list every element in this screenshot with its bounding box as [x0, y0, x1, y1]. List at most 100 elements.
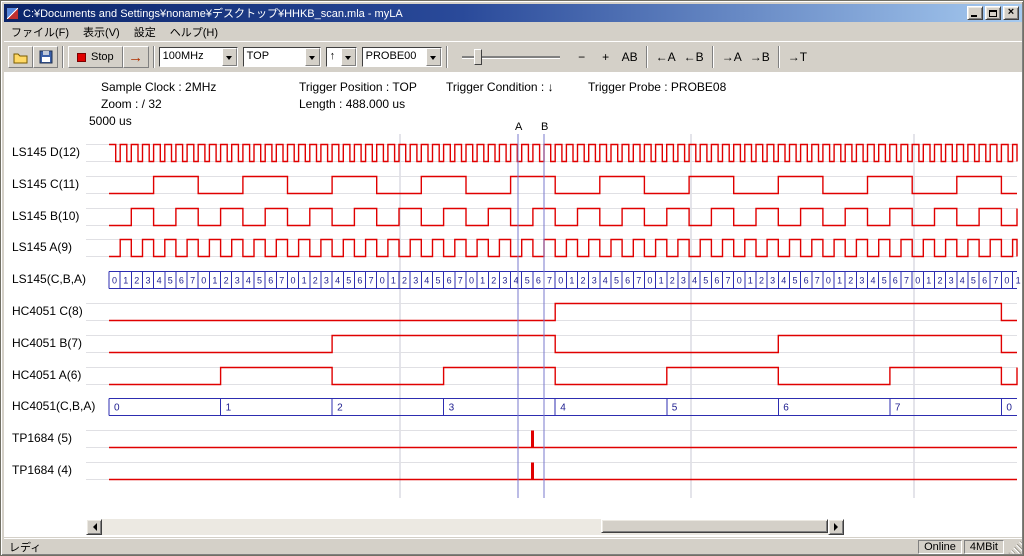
status-bar: レディ Online 4MBit: [4, 538, 1022, 554]
svg-text:3: 3: [770, 276, 775, 286]
chevron-down-icon[interactable]: [305, 48, 320, 66]
svg-text:2: 2: [848, 276, 853, 286]
svg-text:0: 0: [737, 276, 742, 286]
toolbar: Stop → 100MHz TOP ↑ PROBE00 −+AB ←A←B →A→B →T: [4, 41, 1022, 72]
svg-text:0: 0: [1004, 276, 1009, 286]
svg-text:7: 7: [726, 276, 731, 286]
combo-trigger-edge[interactable]: ↑: [326, 47, 357, 67]
svg-text:5: 5: [614, 276, 619, 286]
combo-sample-clock[interactable]: 100MHz: [159, 47, 238, 67]
stop-button[interactable]: Stop: [68, 46, 123, 68]
tool-button-x[interactable]: +: [594, 46, 618, 68]
menu-settings[interactable]: 設定: [127, 22, 163, 42]
title-bar[interactable]: C:¥Documents and Settings¥noname¥デスクトップ¥…: [4, 4, 1022, 22]
save-button[interactable]: [33, 46, 58, 68]
svg-text:2: 2: [224, 276, 229, 286]
svg-text:7: 7: [458, 276, 463, 286]
combo-trigger-edge-value: ↑: [327, 48, 341, 66]
minimize-button[interactable]: [967, 6, 983, 20]
combo-trigger-probe-value: PROBE00: [363, 48, 426, 66]
tool-button-ab[interactable]: AB: [618, 46, 642, 68]
svg-text:7: 7: [895, 403, 901, 414]
svg-text:5: 5: [793, 276, 798, 286]
scroll-right-button[interactable]: [828, 519, 844, 535]
tool-button-xb[interactable]: →B: [746, 46, 774, 68]
tool-button-xb[interactable]: ←B: [680, 46, 708, 68]
svg-text:7: 7: [190, 276, 195, 286]
svg-text:1: 1: [659, 276, 664, 286]
run-button[interactable]: →: [123, 46, 149, 68]
tool-button-xa[interactable]: ←A: [652, 46, 680, 68]
svg-text:4: 4: [871, 276, 876, 286]
slider-thumb[interactable]: [474, 49, 482, 65]
svg-text:7: 7: [993, 276, 998, 286]
svg-text:7: 7: [904, 276, 909, 286]
svg-text:3: 3: [413, 276, 418, 286]
svg-text:3: 3: [949, 276, 954, 286]
svg-text:3: 3: [859, 276, 864, 286]
toolbar-selects: 100MHz TOP ↑ PROBE00: [159, 47, 442, 67]
app-icon: [6, 7, 19, 20]
scrollbar-thumb[interactable]: [601, 519, 828, 533]
menu-help[interactable]: ヘルプ(H): [163, 22, 225, 42]
toolbar-flat-buttons: −+AB ←A←B →A→B →T: [570, 46, 811, 68]
svg-text:2: 2: [402, 276, 407, 286]
svg-text:2: 2: [134, 276, 139, 286]
maximize-button[interactable]: [985, 6, 1001, 20]
svg-text:6: 6: [179, 276, 184, 286]
combo-trigger-position-value: TOP: [244, 48, 305, 66]
zoom-slider[interactable]: [460, 46, 562, 68]
chevron-down-icon[interactable]: [341, 48, 356, 66]
scrollbar-track[interactable]: [102, 519, 828, 535]
svg-text:4: 4: [603, 276, 608, 286]
run-arrow-icon: →: [128, 50, 143, 65]
svg-text:3: 3: [681, 276, 686, 286]
svg-text:5: 5: [703, 276, 708, 286]
svg-text:1: 1: [212, 276, 217, 286]
svg-text:3: 3: [235, 276, 240, 286]
svg-text:2: 2: [938, 276, 943, 286]
svg-text:5: 5: [168, 276, 173, 286]
svg-text:1: 1: [480, 276, 485, 286]
toolbar-separator: [712, 46, 714, 68]
combo-sample-clock-value: 100MHz: [160, 48, 222, 66]
svg-text:4: 4: [560, 403, 566, 414]
tool-button-xa[interactable]: →A: [718, 46, 746, 68]
svg-text:2: 2: [491, 276, 496, 286]
svg-text:6: 6: [783, 403, 789, 414]
chevron-down-icon[interactable]: [426, 48, 441, 66]
stop-icon: [77, 53, 86, 62]
svg-text:3: 3: [592, 276, 597, 286]
svg-text:1: 1: [226, 403, 232, 414]
menu-view[interactable]: 表示(V): [76, 22, 127, 42]
svg-text:5: 5: [971, 276, 976, 286]
maximize-icon: [989, 10, 997, 17]
svg-text:3: 3: [324, 276, 329, 286]
stop-button-label: Stop: [91, 51, 114, 63]
status-online: Online: [918, 540, 962, 554]
chevron-down-icon[interactable]: [222, 48, 237, 66]
scroll-left-button[interactable]: [86, 519, 102, 535]
svg-text:6: 6: [804, 276, 809, 286]
svg-text:0: 0: [291, 276, 296, 286]
horizontal-scrollbar[interactable]: [86, 519, 844, 535]
svg-text:6: 6: [268, 276, 273, 286]
open-button[interactable]: [8, 46, 33, 68]
tool-button-xt[interactable]: →T: [784, 46, 811, 68]
open-folder-icon: [13, 51, 29, 64]
scroll-left-icon: [89, 523, 97, 531]
svg-text:5: 5: [882, 276, 887, 286]
svg-text:2: 2: [670, 276, 675, 286]
toolbar-separator: [62, 46, 64, 68]
svg-text:0: 0: [915, 276, 920, 286]
menu-file[interactable]: ファイル(F): [4, 22, 76, 42]
close-button[interactable]: ×: [1003, 6, 1019, 20]
svg-text:2: 2: [759, 276, 764, 286]
combo-trigger-position[interactable]: TOP: [243, 47, 321, 67]
combo-trigger-probe[interactable]: PROBE00: [362, 47, 442, 67]
resize-grip[interactable]: [1008, 540, 1022, 554]
svg-text:1: 1: [837, 276, 842, 286]
svg-text:0: 0: [1006, 403, 1012, 414]
waveform-area[interactable]: 0123456701234567012345670123456701234567…: [4, 72, 1022, 512]
tool-button-x[interactable]: −: [570, 46, 594, 68]
